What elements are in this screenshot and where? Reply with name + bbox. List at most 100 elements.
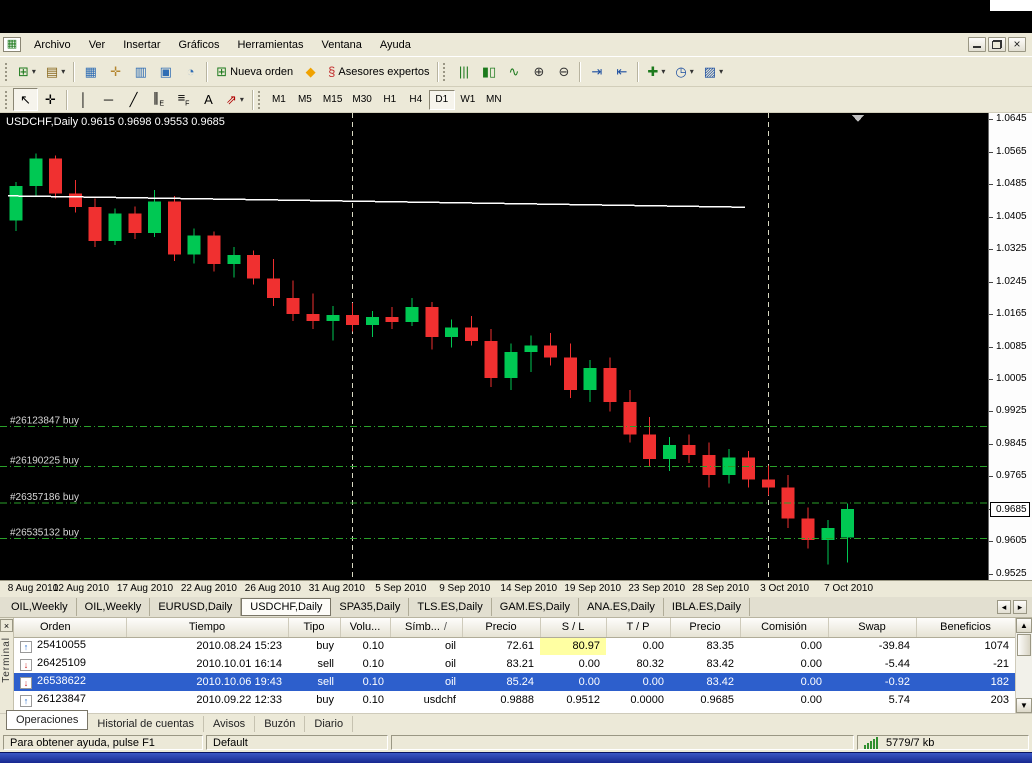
toolbar-grip[interactable] [443, 63, 448, 81]
terminal-scrollbar[interactable]: ▲ ▼ [1015, 618, 1032, 713]
terminal-tab-buzo-n[interactable]: Buzón [255, 716, 305, 732]
timeframe-m15[interactable]: M15 [318, 90, 347, 110]
vertical-dashed-lines[interactable] [353, 113, 769, 580]
periods-button[interactable]: ◷▾ [670, 60, 698, 83]
order-row-25410055[interactable]: ↑254100552010.08.24 15:23buy0.10oil72.61… [14, 637, 1015, 655]
timeframe-m1[interactable]: M1 [266, 90, 292, 110]
order-lines[interactable]: #26123847 buy#26190225 buy#26357186 buy#… [0, 415, 988, 538]
trendline-button[interactable]: ╱ [121, 88, 146, 111]
timeframe-h1[interactable]: H1 [377, 90, 403, 110]
status-profile[interactable]: Default [206, 735, 388, 750]
text-button[interactable]: A [196, 88, 221, 111]
chart-tab-eurusd-daily[interactable]: EURUSD,Daily [150, 598, 241, 616]
column-header-volu[interactable]: Volu... [340, 618, 390, 637]
new-order-button[interactable]: ⊞Nueva orden [211, 60, 298, 83]
scroll-down-icon[interactable]: ▼ [1016, 698, 1032, 713]
expert-advisors-button[interactable]: §Asesores expertos [323, 60, 434, 83]
terminal-tab-historial-de-cuentas[interactable]: Historial de cuentas [88, 716, 204, 732]
line-chart-button[interactable]: ∿ [501, 60, 526, 83]
menu-insertar[interactable]: Insertar [114, 36, 169, 54]
column-header-precio[interactable]: Precio [462, 618, 540, 637]
column-header-comisio-n[interactable]: Comisión [740, 618, 828, 637]
market-watch-button[interactable]: ▦ [78, 60, 103, 83]
timeframe-d1[interactable]: D1 [429, 90, 455, 110]
timeframe-h4[interactable]: H4 [403, 90, 429, 110]
column-header-tiempo[interactable]: Tiempo [126, 618, 288, 637]
zoom-in-button[interactable]: ⊕ [526, 60, 551, 83]
menu-ver[interactable]: Ver [80, 36, 115, 54]
chart-tab-spa35-daily[interactable]: SPA35,Daily [331, 598, 409, 616]
menu-ventana[interactable]: Ventana [313, 36, 371, 54]
scrollbar-thumb[interactable] [1017, 634, 1031, 656]
order-row-26425109[interactable]: ↓264251092010.10.01 16:14sell0.10oil83.2… [14, 655, 1015, 673]
column-header-orden[interactable]: Orden [14, 618, 126, 637]
trendline-object[interactable] [8, 196, 745, 207]
timeframe-m5[interactable]: M5 [292, 90, 318, 110]
channel-button[interactable]: ∥E [146, 88, 171, 111]
column-header-tipo[interactable]: Tipo [288, 618, 340, 637]
zoom-out-button[interactable]: ⊖ [551, 60, 576, 83]
chart-tab-oil-weekly[interactable]: OIL,Weekly [77, 598, 151, 616]
column-header-si-mb[interactable]: Símb.../ [390, 618, 462, 637]
scroll-up-icon[interactable]: ▲ [1016, 618, 1032, 633]
terminal-side-strip: × Terminal [0, 618, 14, 713]
minimize-button[interactable] [968, 37, 986, 52]
terminal-toggle-button[interactable]: ▣ [153, 60, 178, 83]
chart-tab-usdchf-daily[interactable]: USDCHF,Daily [241, 598, 331, 616]
timeframe-m30[interactable]: M30 [347, 90, 376, 110]
column-header-s-l[interactable]: S / L [540, 618, 606, 637]
terminal-tab-diario[interactable]: Diario [305, 716, 353, 732]
new-chart-button[interactable]: ⊞▾ [13, 60, 41, 83]
fibonacci-button[interactable]: ≡F [171, 88, 196, 111]
vertical-line-button[interactable]: │ [71, 88, 96, 111]
menu-archivo[interactable]: Archivo [25, 36, 80, 54]
chart-area[interactable]: #26123847 buy#26190225 buy#26357186 buy#… [0, 113, 1032, 580]
chart-tab-gam-es-daily[interactable]: GAM.ES,Daily [492, 598, 579, 616]
chart-shift-button[interactable]: ⇤ [609, 60, 634, 83]
templates-button[interactable]: ▨▾ [699, 60, 728, 83]
candlestick-button[interactable]: ▮▯ [476, 60, 501, 83]
menu-ayuda[interactable]: Ayuda [371, 36, 420, 54]
chart-tab-ana-es-daily[interactable]: ANA.ES,Daily [579, 598, 664, 616]
strategy-tester-button[interactable]: ◔ [178, 60, 203, 83]
terminal-tab-avisos[interactable]: Avisos [204, 716, 255, 732]
order-id: 25410055 [37, 639, 86, 651]
terminal-tab-operaciones[interactable]: Operaciones [6, 710, 88, 730]
tabs-scroll-right-icon[interactable]: ▸ [1013, 600, 1027, 614]
toolbar-grip[interactable] [5, 63, 10, 81]
profiles-button[interactable]: ▤▾ [41, 60, 70, 83]
price-tick-label: 1.0645 [989, 113, 1027, 124]
menu-herramientas[interactable]: Herramientas [228, 36, 312, 54]
cursor-button[interactable]: ↖ [13, 88, 38, 111]
terminal-close-button[interactable]: × [0, 619, 13, 632]
time-tick-label: 9 Sep 2010 [432, 583, 498, 594]
toolbar-grip[interactable] [5, 91, 10, 109]
chart-tab-tls-es-daily[interactable]: TLS.ES,Daily [409, 598, 491, 616]
order-row-26123847[interactable]: ↑261238472010.09.22 12:33buy0.10usdchf0.… [14, 691, 1015, 709]
menu-gra-ficos[interactable]: Gráficos [170, 36, 229, 54]
indicators-button[interactable]: ✚▾ [642, 60, 670, 83]
chart-tab-ibla-es-daily[interactable]: IBLA.ES,Daily [664, 598, 750, 616]
column-header-beneficios[interactable]: Beneficios [916, 618, 1015, 637]
auto-scroll-button[interactable]: ⇥ [584, 60, 609, 83]
order-row-26538622[interactable]: ↓265386222010.10.06 19:43sell0.10oil85.2… [14, 673, 1015, 691]
column-header-t-p[interactable]: T / P [606, 618, 670, 637]
metaeditor-button[interactable]: ◆ [298, 60, 323, 83]
column-header-swap[interactable]: Swap [828, 618, 916, 637]
navigator-button[interactable]: ✛ [103, 60, 128, 83]
column-header-precio[interactable]: Precio [670, 618, 740, 637]
arrows-button[interactable]: ⇗▾ [221, 88, 249, 111]
close-button[interactable] [1008, 37, 1026, 52]
scrollbar-track[interactable] [1016, 657, 1032, 698]
horizontal-line-button[interactable]: ─ [96, 88, 121, 111]
chart-canvas[interactable]: #26123847 buy#26190225 buy#26357186 buy#… [0, 113, 988, 580]
timeframe-w1[interactable]: W1 [455, 90, 481, 110]
chart-tab-oil-weekly[interactable]: OIL,Weekly [3, 598, 77, 616]
timeframe-mn[interactable]: MN [481, 90, 507, 110]
toolbar-grip[interactable] [258, 91, 263, 109]
data-window-button[interactable]: ▥ [128, 60, 153, 83]
bar-chart-button[interactable]: ||| [451, 60, 476, 83]
restore-button[interactable] [988, 37, 1006, 52]
tabs-scroll-left-icon[interactable]: ◂ [997, 600, 1011, 614]
crosshair-button[interactable]: ✛ [38, 88, 63, 111]
